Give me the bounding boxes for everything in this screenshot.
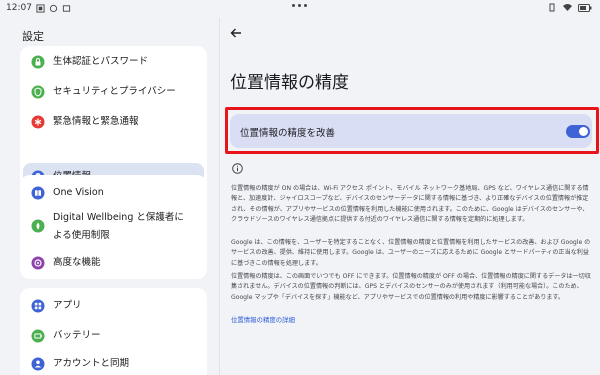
notification-icon <box>62 4 71 12</box>
emergency-icon <box>31 115 45 129</box>
sidebar-item-label: 生体認証とパスワード <box>53 56 149 67</box>
shield-icon <box>31 85 45 99</box>
sidebar-item-emergency[interactable]: 緊急情報と緊急通報 <box>20 110 207 134</box>
sidebar-item-label: バッテリー <box>53 330 101 341</box>
lock-icon <box>31 55 45 69</box>
sidebar-item-one-vision[interactable]: One Vision <box>20 181 207 205</box>
account-icon <box>31 357 45 371</box>
sidebar-item-digital-wellbeing[interactable]: Digital Wellbeing と保護者に よる使用制限 <box>20 208 207 244</box>
status-time: 12:07 <box>6 3 32 13</box>
sidebar-item-biometrics[interactable]: 生体認証とパスワード <box>20 50 207 74</box>
highlight-box <box>225 107 599 154</box>
sidebar-item-security-privacy[interactable]: セキュリティとプライバシー <box>20 80 207 104</box>
sidebar-item-label: アプリ <box>53 300 82 311</box>
sidebar-item-label: セキュリティとプライバシー <box>53 86 176 97</box>
sidebar-item-label: One Vision <box>53 187 104 198</box>
settings-group-security: 生体認証とパスワード セキュリティとプライバシー 緊急情報と緊急通報 位置情報 <box>20 46 207 193</box>
wellbeing-icon <box>31 219 45 233</box>
learn-more-link[interactable]: 位置情報の精度の詳細 <box>231 315 295 324</box>
apps-icon <box>31 299 45 313</box>
back-arrow-icon[interactable] <box>229 26 243 40</box>
settings-group-features: One Vision Digital Wellbeing と保護者に よる使用制… <box>20 175 207 279</box>
description-paragraph: 位置情報の精度は、この画面でいつでも OFF にできます。位置情報の精度が OF… <box>231 273 591 301</box>
sidebar-item-apps[interactable]: アプリ <box>20 294 207 318</box>
vibrate-icon <box>549 3 555 12</box>
multitasking-dots[interactable] <box>292 4 307 7</box>
wifi-icon <box>563 4 572 11</box>
sidebar-item-accounts-sync[interactable]: アカウントと同期 <box>20 352 207 375</box>
settings-title: 設定 <box>22 30 44 43</box>
sidebar-item-label: 高度な機能 <box>53 257 101 268</box>
status-bar: 12:07 <box>0 0 600 18</box>
sidebar-item-advanced-features[interactable]: 高度な機能 <box>20 251 207 275</box>
notification-icon <box>49 4 58 12</box>
location-accuracy-pane: 位置情報の精度 位置情報の精度を改善 位置情報の精度が ON の場合は、Wi-F… <box>220 18 600 375</box>
advanced-features-icon <box>31 256 45 270</box>
battery-status-icon <box>578 3 592 12</box>
sidebar-item-label: 緊急情報と緊急通報 <box>53 116 139 127</box>
sidebar-item-battery[interactable]: バッテリー <box>20 324 207 348</box>
page-title: 位置情報の精度 <box>230 73 349 93</box>
sidebar-item-label: Digital Wellbeing と保護者に よる使用制限 <box>53 212 184 241</box>
sidebar-item-label: アカウントと同期 <box>53 358 130 369</box>
settings-group-system: アプリ バッテリー アカウントと同期 <box>20 288 207 375</box>
info-icon <box>232 163 243 174</box>
settings-list-pane: 設定 生体認証とパスワード セキュリティとプライバシー 緊急情報と緊急通報 On… <box>0 18 219 375</box>
battery-icon <box>31 329 45 343</box>
one-vision-icon <box>31 186 45 200</box>
description-paragraph: 位置情報の精度が ON の場合は、Wi-Fi アクセス ポイント、モバイル ネッ… <box>231 185 589 223</box>
screenshot-icon <box>36 3 45 13</box>
description-paragraph: Google は、この情報を、ユーザーを特定することなく、位置情報の精度と位置情… <box>231 239 591 267</box>
